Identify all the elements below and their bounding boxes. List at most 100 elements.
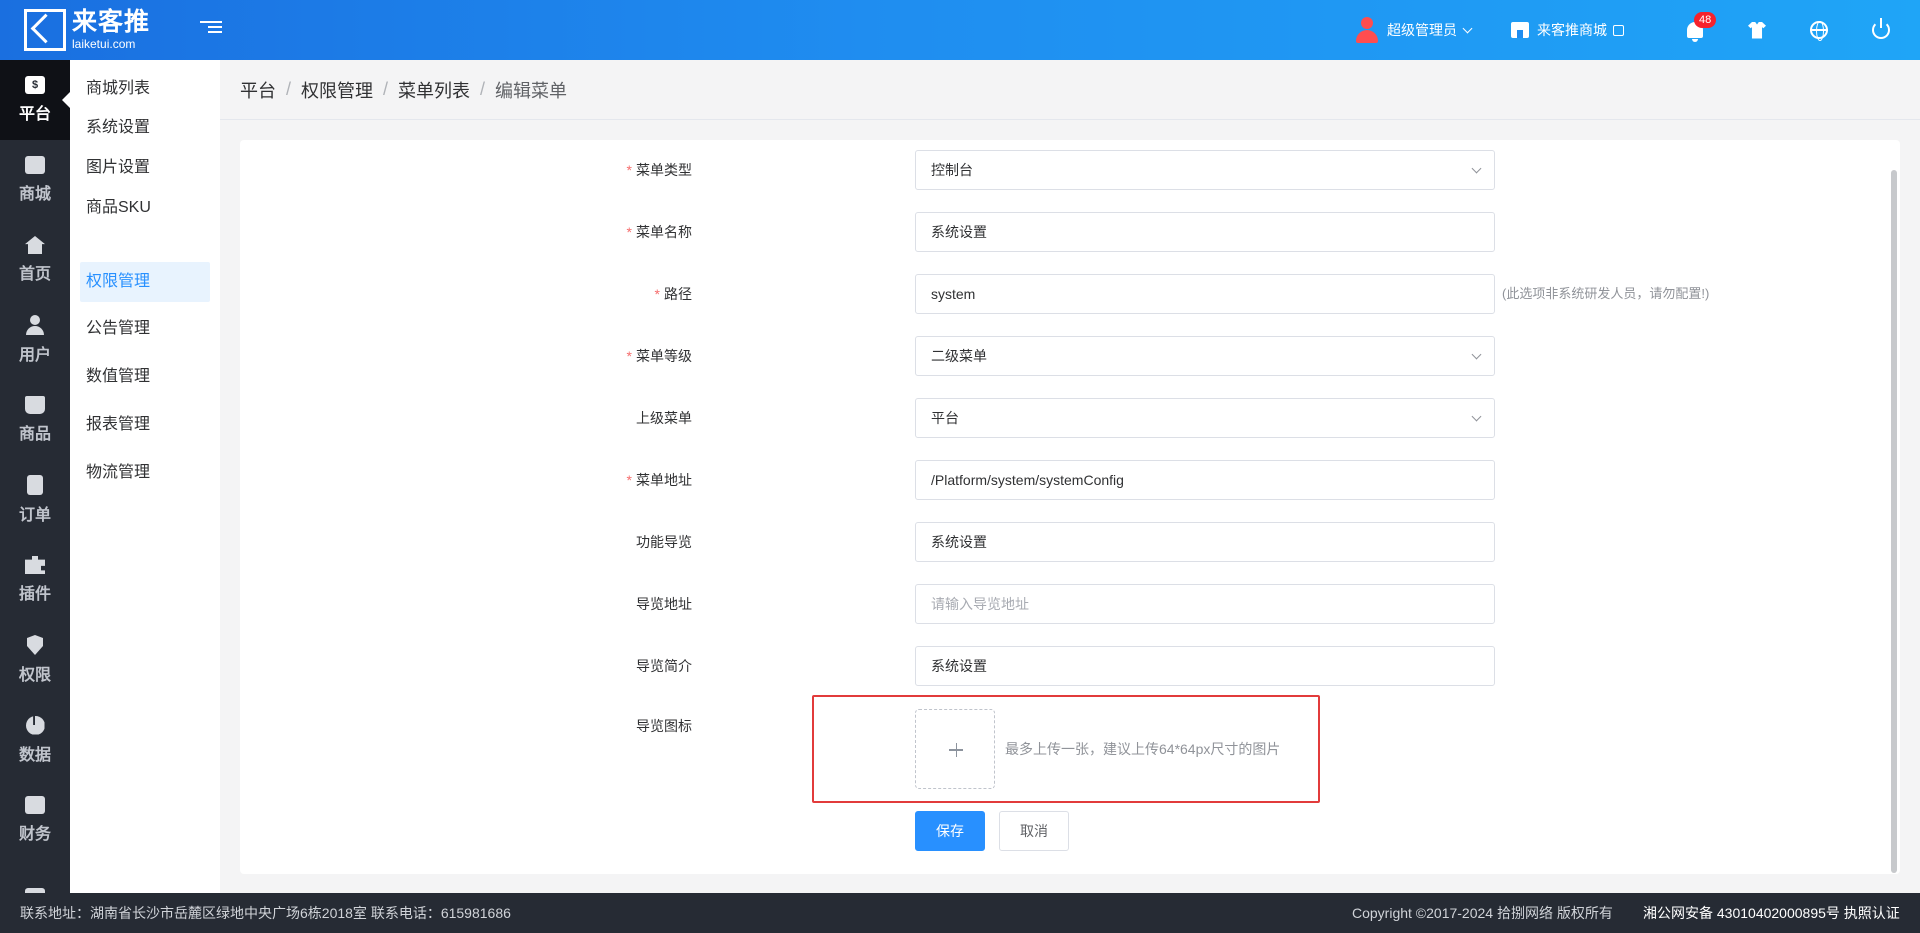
breadcrumb-separator: / [286,79,292,99]
logo[interactable]: 来客推 laiketui.com [24,9,150,51]
menu-url-label: * 菜单地址 [626,472,692,488]
store-label: 来客推商城 [1537,22,1607,38]
sidebar-label: 插件 [18,586,51,603]
chevron-down-icon [1471,411,1482,422]
sidebar-label: 财务 [18,826,51,843]
puzzle-icon [25,556,45,574]
form-row-nav-intro: 导览简介 系统设置 [240,646,1900,686]
user-menu[interactable]: 超级管理员 [1355,17,1473,43]
sub-item-product-sku[interactable]: 商品SKU [80,188,210,228]
sidebar-label: 平台 [18,106,51,123]
logo-title: 来客推 [72,8,151,36]
sidebar-label: 商品 [18,426,51,443]
sidebar-item-platform[interactable]: $ 平台 [0,60,70,140]
edit-menu-form: * 菜单类型 控制台 * 菜单名称 系统设置 * 路径 system (此选项非系统研… [240,140,1900,874]
power-icon [1872,18,1890,39]
globe-icon [1810,21,1828,41]
form-row-nav-function: 功能导览 系统设置 [240,522,1900,562]
home-icon [25,236,45,254]
tshirt-icon [1748,21,1766,39]
sub-item-image-settings[interactable]: 图片设置 [80,148,210,188]
nav-function-label: 功能导览 [636,534,692,550]
breadcrumb-separator: / [383,79,389,99]
sub-item-permission-management[interactable]: 权限管理 [80,262,210,302]
sidebar-label: 数据 [18,746,51,764]
sidebar-item-home[interactable]: 首页 [0,220,70,300]
nav-intro-input[interactable]: 系统设置 [915,646,1495,686]
wallet-icon [25,796,45,814]
sidebar-item-permissions[interactable]: 权限 [0,620,70,700]
external-link-icon [1613,24,1624,36]
chevron-down-icon [1471,163,1482,174]
footer-icp-link[interactable]: 湘公网安备 43010402000895号 执照认证 [1643,893,1900,933]
upload-tip: 最多上传一张，建议上传64*64px尺寸的图片 [1005,741,1281,757]
sub-item-reports[interactable]: 报表管理 [80,405,210,445]
sub-item-logistics[interactable]: 物流管理 [80,453,210,493]
theme-button[interactable] [1726,0,1788,60]
sidebar-item-plugins[interactable]: 插件 [0,540,70,620]
user-name: 超级管理员 [1387,22,1457,38]
breadcrumb: 平台 / 权限管理 / 菜单列表 / 编辑菜单 [220,60,1920,120]
sidebar-label: 用户 [18,347,51,364]
breadcrumb-menu-list[interactable]: 菜单列表 [398,77,470,103]
notifications-button[interactable]: 48 [1664,0,1726,60]
form-row-path: * 路径 system (此选项非系统研发人员，请勿配置!) [240,274,1900,314]
form-row-menu-url: * 菜单地址 /Platform/system/systemConfig [240,460,1900,500]
nav-intro-label: 导览简介 [636,658,692,674]
breadcrumb-edit-menu: 编辑菜单 [495,80,568,101]
language-button[interactable] [1788,0,1850,60]
sidebar-item-users[interactable]: 用户 [0,300,70,380]
chevron-down-icon [1462,23,1473,33]
footer-copyright: Copyright ©2017-2024 拾捌网络 版权所有 [1352,905,1613,921]
sidebar-item-data[interactable]: 数据 [0,700,70,780]
parent-menu-select[interactable]: 平台 [915,398,1495,438]
sub-item-values[interactable]: 数值管理 [80,357,210,397]
bag-icon [25,396,45,414]
footer: 联系地址：湖南省长沙市岳麓区绿地中央广场6栋2018室 联系电话：6159816… [0,893,1920,933]
nav-url-input[interactable]: 请输入导览地址 [915,584,1495,624]
breadcrumb-platform[interactable]: 平台 [240,77,276,103]
sub-item-mall-list[interactable]: 商城列表 [80,69,210,109]
notification-badge: 48 [1694,12,1717,28]
upload-image-button[interactable] [915,709,995,789]
path-label: * 路径 [654,286,692,302]
footer-address: 联系地址：湖南省长沙市岳麓区绿地中央广场6栋2018室 联系电话：6159816… [20,905,511,921]
plus-icon-vertical [955,743,957,757]
menu-name-label: * 菜单名称 [626,224,692,240]
save-button[interactable]: 保存 [915,811,985,851]
chevron-down-icon [1471,349,1482,360]
nav-icon-label: 导览图标 [636,718,692,734]
sub-item-system-settings[interactable]: 系统设置 [80,108,210,148]
breadcrumb-permission[interactable]: 权限管理 [301,77,373,103]
store-icon [25,156,45,174]
sidebar-item-mall[interactable]: 商城 [0,140,70,220]
nav-function-input[interactable]: 系统设置 [915,522,1495,562]
logo-domain: laiketui.com [72,37,136,51]
sidebar-item-products[interactable]: 商品 [0,380,70,460]
sidebar-item-finance[interactable]: 财务 [0,780,70,860]
menu-url-input[interactable]: /Platform/system/systemConfig [915,460,1495,500]
vertical-scrollbar[interactable] [1891,170,1897,873]
main-sidebar: $ 平台 商城 首页 用户 商品 订单 插件 权限 数据 财务 [0,60,70,893]
menu-type-label: * 菜单类型 [626,162,692,178]
cancel-button[interactable]: 取消 [999,811,1069,851]
menu-level-select[interactable]: 二级菜单 [915,336,1495,376]
menu-type-select[interactable]: 控制台 [915,150,1495,190]
path-hint: (此选项非系统研发人员，请勿配置!) [1502,286,1710,301]
form-row-nav-url: 导览地址 请输入导览地址 [240,584,1900,624]
menu-collapse-icon[interactable] [200,18,222,40]
menu-level-label: * 菜单等级 [626,348,692,364]
logout-button[interactable] [1850,0,1912,60]
logo-mark-icon [24,9,66,51]
sidebar-label: 商城 [18,186,51,203]
form-row-menu-level: * 菜单等级 二级菜单 [240,336,1900,376]
form-row-parent-menu: 上级菜单 平台 [240,398,1900,438]
sub-item-announcements[interactable]: 公告管理 [80,309,210,349]
sidebar-item-orders[interactable]: 订单 [0,460,70,540]
shield-icon [27,635,43,655]
path-input[interactable]: system [915,274,1495,314]
store-link[interactable]: 来客推商城 [1511,20,1624,40]
form-row-menu-name: * 菜单名称 系统设置 [240,212,1900,252]
menu-name-input[interactable]: 系统设置 [915,212,1495,252]
sidebar-item-more[interactable] [0,860,70,893]
